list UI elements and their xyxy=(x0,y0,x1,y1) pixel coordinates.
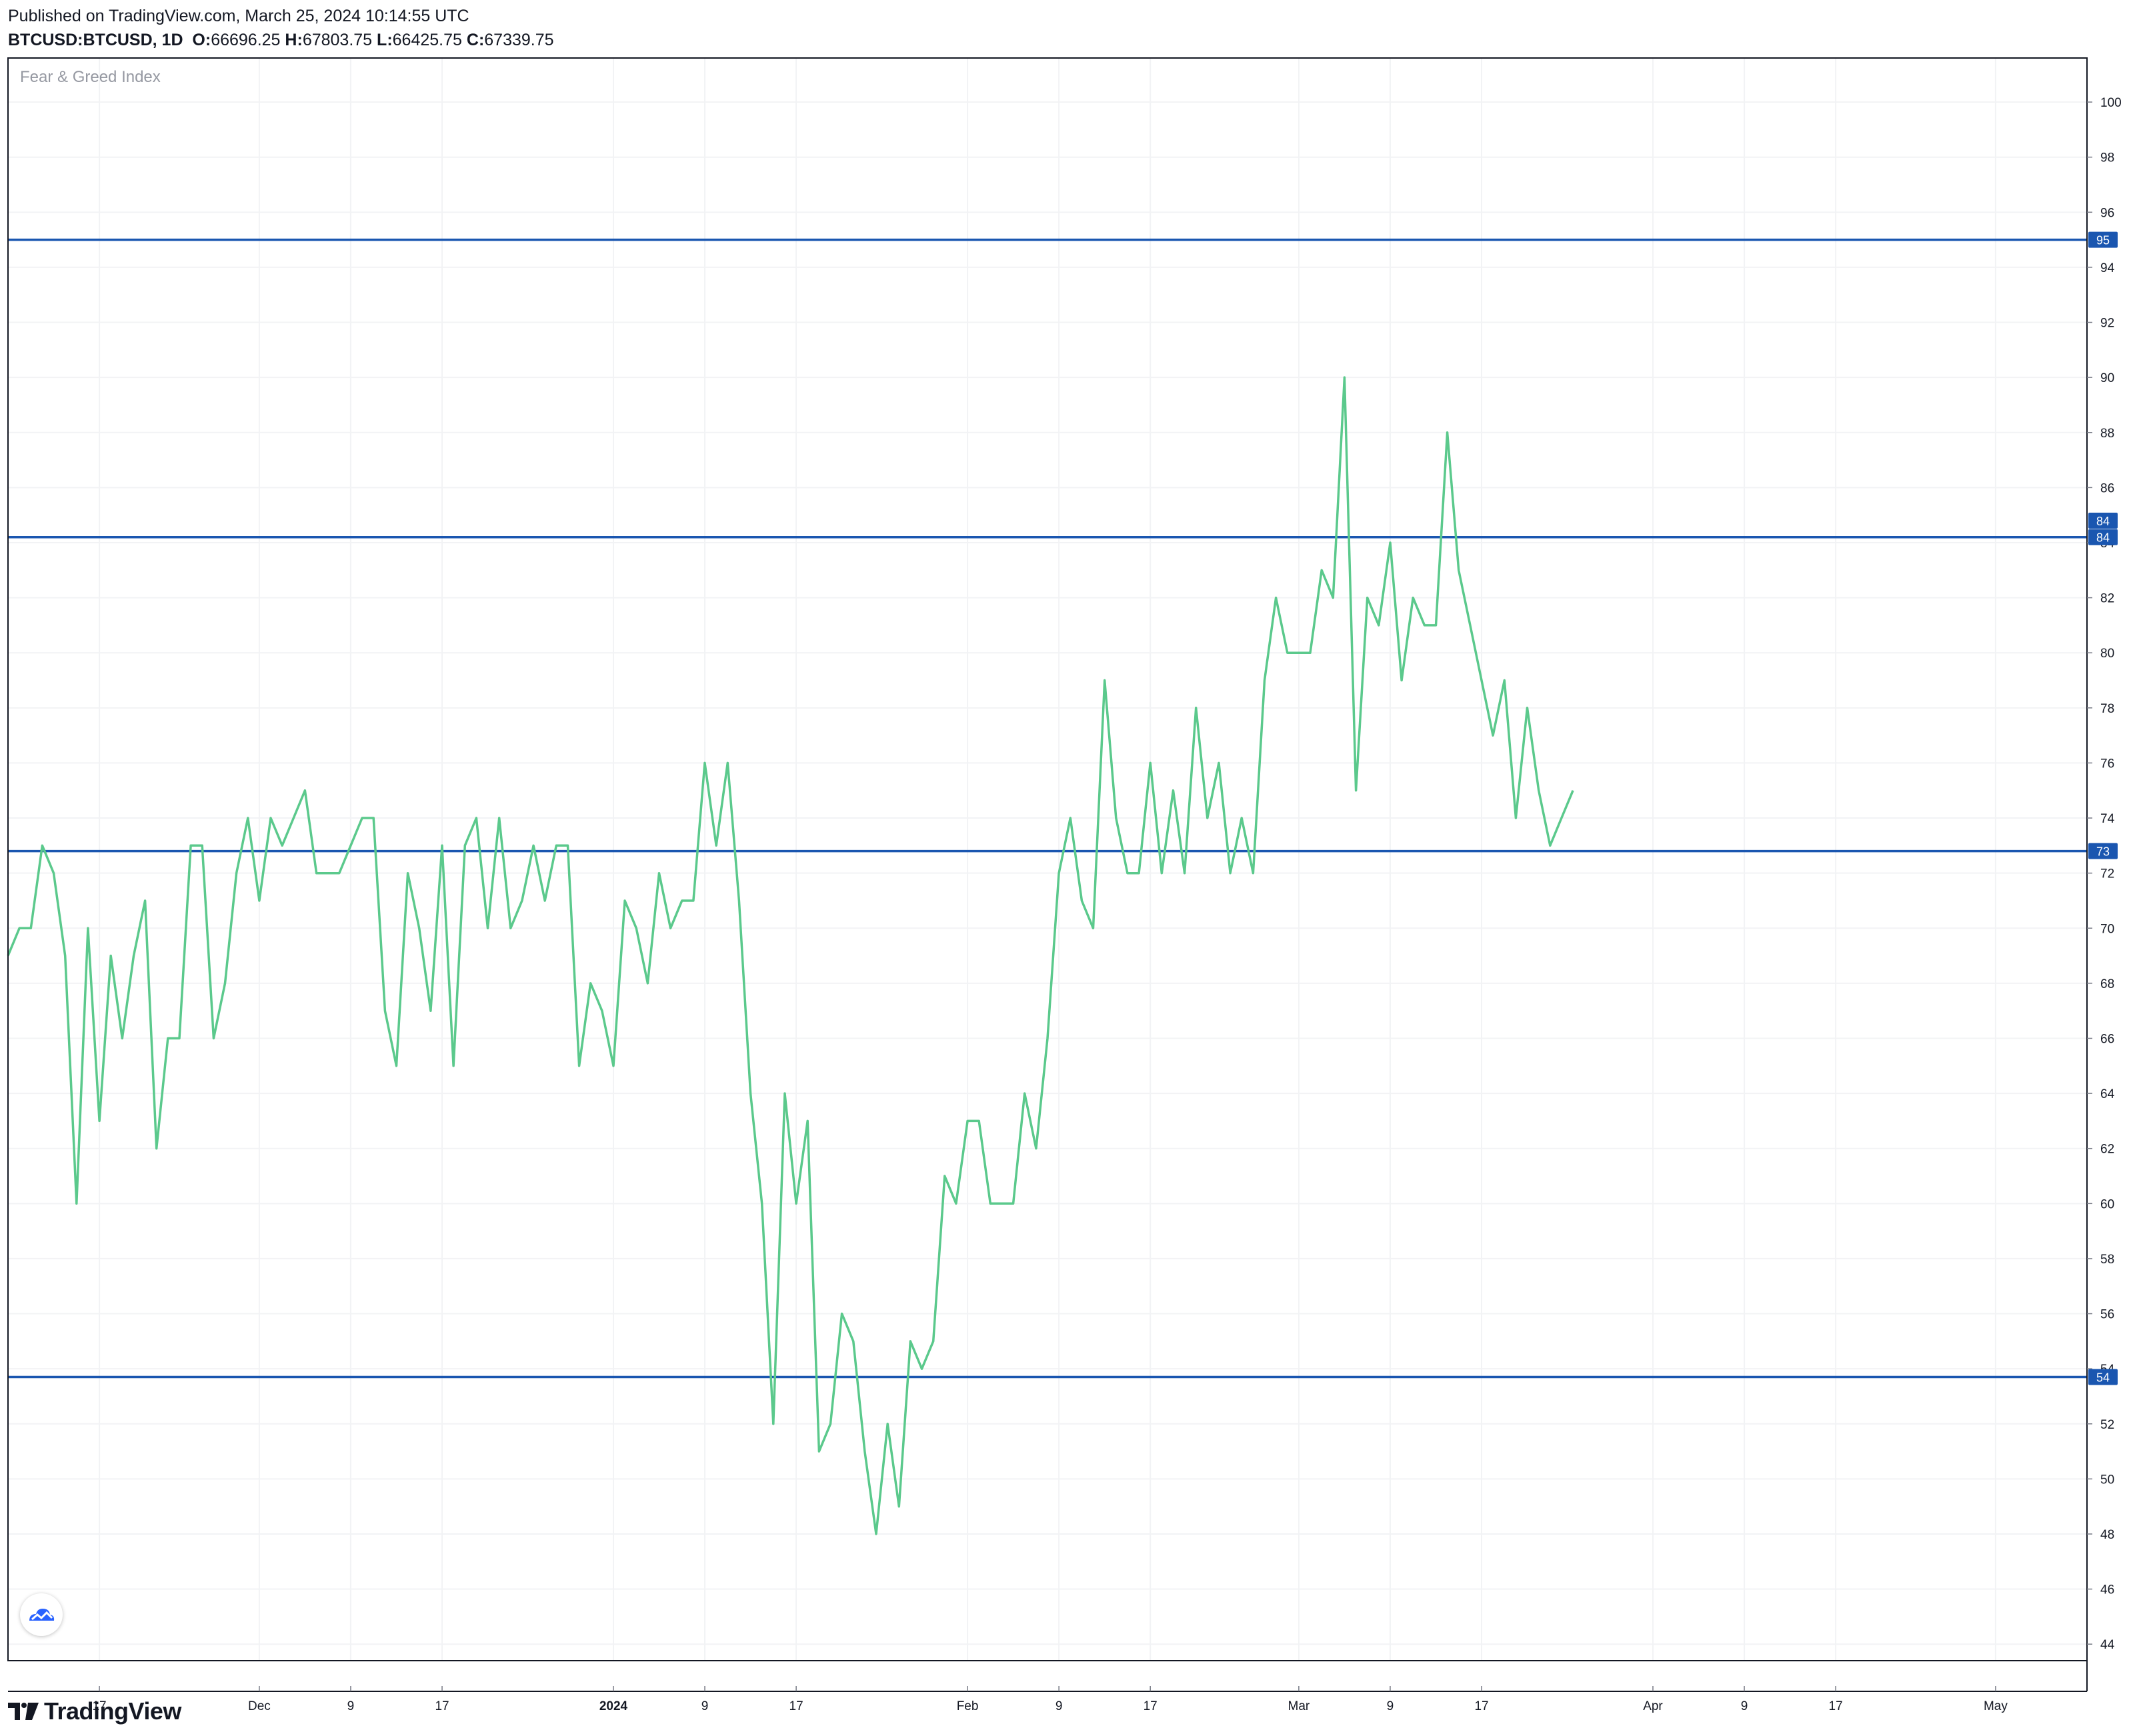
low-label: L: xyxy=(377,31,393,49)
footer-brand-text: TradingView xyxy=(44,1697,181,1725)
x-tick-label: Feb xyxy=(957,1699,979,1713)
y-tick-label: 62 xyxy=(2100,1143,2114,1157)
low-value: 66425.75 xyxy=(392,31,462,49)
x-tick-label: 17 xyxy=(435,1699,449,1713)
y-tick-label: 82 xyxy=(2100,592,2114,606)
x-tick-label: 17 xyxy=(1144,1699,1158,1713)
high-label: H: xyxy=(285,31,303,49)
x-tick-label: 9 xyxy=(701,1699,709,1713)
y-tick-label: 48 xyxy=(2100,1528,2114,1542)
y-tick-label: 60 xyxy=(2100,1197,2114,1211)
y-tick-label: 86 xyxy=(2100,481,2114,495)
tradingview-logo-icon xyxy=(8,1703,39,1720)
y-tick-label: 78 xyxy=(2100,702,2114,716)
x-tick-label: 2024 xyxy=(599,1699,628,1713)
x-tick-label: Apr xyxy=(1643,1699,1663,1713)
x-tick-label: 9 xyxy=(1387,1699,1394,1713)
price-axis: 44 46 48 50 52 54 56 58 60 62 64 66 68 70 72 74 76 78 80 82… xyxy=(2087,96,2122,1652)
chart-header: Published on TradingView.com, March 25, … xyxy=(8,5,554,51)
grid xyxy=(8,58,2087,1661)
close-label: C: xyxy=(466,31,485,49)
tradingview-cloud-icon xyxy=(29,1609,55,1621)
y-tick-label: 74 xyxy=(2100,812,2115,826)
y-tick-label: 68 xyxy=(2100,977,2114,991)
x-tick-label: May xyxy=(1984,1699,2008,1713)
price-label-text: 73 xyxy=(2096,845,2110,859)
x-tick-label: 9 xyxy=(1741,1699,1748,1713)
y-tick-label: 92 xyxy=(2100,317,2114,331)
chart: 44 46 48 50 52 54 56 58 60 62 64 66 68 70 72 74 76 78 80 82… xyxy=(7,57,2122,1713)
ohlc-line: BTCUSD:BTCUSD, 1D O:66696.25 H:67803.75 … xyxy=(8,29,554,51)
open-label: O: xyxy=(192,31,211,49)
x-tick-label: 17 xyxy=(1474,1699,1488,1713)
x-tick-label: Dec xyxy=(248,1699,271,1713)
close-value: 67339.75 xyxy=(484,31,554,49)
price-label-text: 84 xyxy=(2096,531,2110,545)
y-tick-label: 56 xyxy=(2100,1308,2114,1322)
y-tick-label: 94 xyxy=(2100,261,2115,275)
horizontal-lines xyxy=(8,238,2087,1379)
y-tick-label: 98 xyxy=(2100,151,2114,165)
x-tick-label: Mar xyxy=(1288,1699,1310,1713)
chart-frame xyxy=(7,57,2088,1661)
y-tick-label: 52 xyxy=(2100,1418,2114,1432)
indicator-title: Fear & Greed Index xyxy=(20,68,161,86)
x-tick-label: 17 xyxy=(789,1699,803,1713)
y-tick-label: 90 xyxy=(2100,371,2114,385)
price-label-text: 95 xyxy=(2096,234,2110,247)
time-axis: 17 Dec 9 17 2024 9 17 Feb 9 17 Mar 9 17 Apr 9 17 May xyxy=(92,1686,2008,1713)
price-labels: 95 84 73 54 84 xyxy=(2088,231,2118,1385)
x-tick-label: 17 xyxy=(1829,1699,1843,1713)
open-value: 66696.25 xyxy=(211,31,281,49)
price-label-text: 84 xyxy=(2096,515,2110,528)
y-tick-label: 100 xyxy=(2100,96,2122,110)
series-layer xyxy=(7,376,1574,1535)
y-tick-label: 96 xyxy=(2100,206,2114,220)
published-info: Published on TradingView.com, March 25, … xyxy=(8,7,469,25)
y-tick-label: 50 xyxy=(2100,1473,2114,1487)
y-tick-label: 72 xyxy=(2100,867,2114,881)
fear-greed-line xyxy=(7,376,1574,1535)
x-tick-label: 9 xyxy=(347,1699,355,1713)
y-tick-label: 58 xyxy=(2100,1253,2114,1267)
high-value: 67803.75 xyxy=(302,31,373,49)
price-label-text: 54 xyxy=(2096,1371,2110,1385)
y-tick-label: 88 xyxy=(2100,427,2114,441)
x-tick-label: 9 xyxy=(1055,1699,1063,1713)
footer-brand: TradingView xyxy=(8,1697,181,1725)
y-tick-label: 76 xyxy=(2100,757,2114,771)
y-tick-label: 64 xyxy=(2100,1087,2115,1101)
y-tick-label: 66 xyxy=(2100,1032,2114,1046)
symbol-label: BTCUSD:BTCUSD, 1D xyxy=(8,31,183,49)
y-tick-label: 46 xyxy=(2100,1583,2114,1597)
y-tick-label: 44 xyxy=(2100,1638,2115,1652)
y-tick-label: 80 xyxy=(2100,647,2114,661)
tradingview-watermark-button[interactable] xyxy=(20,1593,63,1636)
y-tick-label: 70 xyxy=(2100,922,2114,936)
